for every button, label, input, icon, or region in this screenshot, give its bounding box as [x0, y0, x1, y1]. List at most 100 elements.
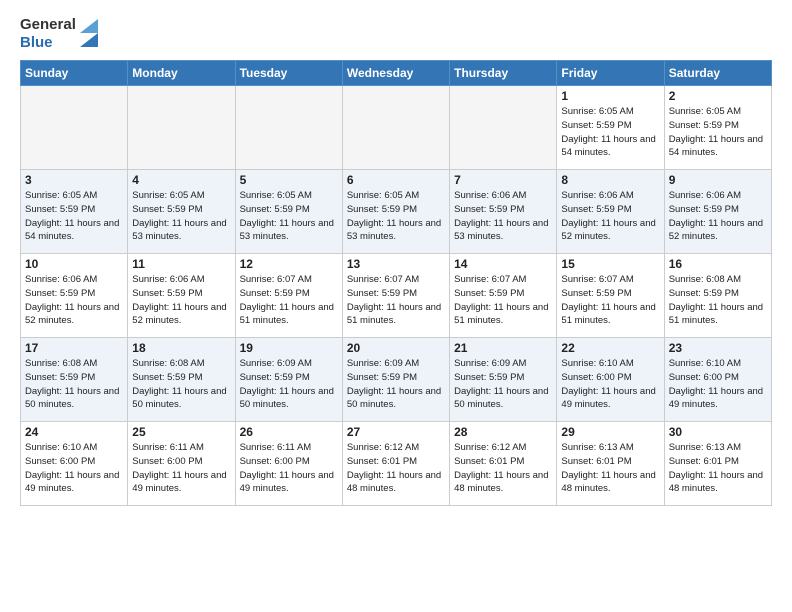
day-number: 26: [240, 425, 338, 439]
day-info: Sunrise: 6:06 AMSunset: 5:59 PMDaylight:…: [454, 189, 552, 244]
calendar-day-cell: [21, 86, 128, 170]
calendar-day-cell: 19Sunrise: 6:09 AMSunset: 5:59 PMDayligh…: [235, 338, 342, 422]
day-info: Sunrise: 6:09 AMSunset: 5:59 PMDaylight:…: [240, 357, 338, 412]
day-info: Sunrise: 6:10 AMSunset: 6:00 PMDaylight:…: [561, 357, 659, 412]
day-info: Sunrise: 6:06 AMSunset: 5:59 PMDaylight:…: [132, 273, 230, 328]
calendar-day-cell: 4Sunrise: 6:05 AMSunset: 5:59 PMDaylight…: [128, 170, 235, 254]
calendar-day-cell: 21 Sunrise: 6:09 AMSunset: 5:59 PMDayligh…: [450, 338, 557, 422]
calendar-day-cell: 16Sunrise: 6:08 AMSunset: 5:59 PMDayligh…: [664, 254, 771, 338]
calendar-day-cell: 2 Sunrise: 6:05 AMSunset: 5:59 PMDaylight…: [664, 86, 771, 170]
day-number: 7: [454, 173, 552, 187]
calendar-day-cell: 7 Sunrise: 6:06 AMSunset: 5:59 PMDaylight…: [450, 170, 557, 254]
day-number: 10: [25, 257, 123, 271]
day-number: 8: [561, 173, 659, 187]
calendar-day-cell: 20 Sunrise: 6:09 AMSunset: 5:59 PMDayligh…: [342, 338, 449, 422]
column-header-wednesday: Wednesday: [342, 61, 449, 86]
calendar-day-cell: 22 Sunrise: 6:10 AMSunset: 6:00 PMDayligh…: [557, 338, 664, 422]
calendar-day-cell: 9 Sunrise: 6:06 AMSunset: 5:59 PMDaylight…: [664, 170, 771, 254]
day-info: Sunrise: 6:07 AMSunset: 5:59 PMDaylight:…: [240, 273, 338, 328]
day-number: 27: [347, 425, 445, 439]
logo: General Blue: [20, 16, 100, 52]
calendar-day-cell: 23 Sunrise: 6:10 AMSunset: 6:00 PMDayligh…: [664, 338, 771, 422]
day-info: Sunrise: 6:07 AMSunset: 5:59 PMDaylight:…: [561, 273, 659, 328]
calendar-week-row: 24 Sunrise: 6:10 AMSunset: 6:00 PMDayligh…: [21, 422, 772, 506]
day-info: Sunrise: 6:08 AMSunset: 5:59 PMDaylight:…: [132, 357, 230, 412]
logo-triangle-icon: [78, 19, 100, 49]
day-number: 11: [132, 257, 230, 271]
day-number: 24: [25, 425, 123, 439]
calendar-day-cell: 28 Sunrise: 6:12 AMSunset: 6:01 PMDayligh…: [450, 422, 557, 506]
day-info: Sunrise: 6:08 AMSunset: 5:59 PMDaylight:…: [25, 357, 123, 412]
calendar-day-cell: 26 Sunrise: 6:11 AMSunset: 6:00 PMDayligh…: [235, 422, 342, 506]
day-info: Sunrise: 6:05 AMSunset: 5:59 PMDaylight:…: [669, 105, 767, 160]
day-info: Sunrise: 6:11 AMSunset: 6:00 PMDaylight:…: [240, 441, 338, 496]
day-info: Sunrise: 6:11 AMSunset: 6:00 PMDaylight:…: [132, 441, 230, 496]
day-info: Sunrise: 6:09 AMSunset: 5:59 PMDaylight:…: [347, 357, 445, 412]
day-info: Sunrise: 6:13 AMSunset: 6:01 PMDaylight:…: [669, 441, 767, 496]
column-header-monday: Monday: [128, 61, 235, 86]
day-info: Sunrise: 6:05 AMSunset: 5:59 PMDaylight:…: [25, 189, 123, 244]
day-info: Sunrise: 6:05 AMSunset: 5:59 PMDaylight:…: [347, 189, 445, 244]
day-number: 29: [561, 425, 659, 439]
day-info: Sunrise: 6:10 AMSunset: 6:00 PMDaylight:…: [25, 441, 123, 496]
calendar-day-cell: [128, 86, 235, 170]
day-number: 3: [25, 173, 123, 187]
day-info: Sunrise: 6:07 AMSunset: 5:59 PMDaylight:…: [454, 273, 552, 328]
day-info: Sunrise: 6:06 AMSunset: 5:59 PMDaylight:…: [561, 189, 659, 244]
day-number: 20: [347, 341, 445, 355]
day-number: 28: [454, 425, 552, 439]
day-number: 23: [669, 341, 767, 355]
day-info: Sunrise: 6:06 AMSunset: 5:59 PMDaylight:…: [25, 273, 123, 328]
calendar-day-cell: 14 Sunrise: 6:07 AMSunset: 5:59 PMDayligh…: [450, 254, 557, 338]
calendar-day-cell: 25 Sunrise: 6:11 AMSunset: 6:00 PMDayligh…: [128, 422, 235, 506]
day-info: Sunrise: 6:05 AMSunset: 5:59 PMDaylight:…: [561, 105, 659, 160]
calendar-week-row: 17 Sunrise: 6:08 AMSunset: 5:59 PMDayligh…: [21, 338, 772, 422]
calendar-day-cell: [342, 86, 449, 170]
column-header-sunday: Sunday: [21, 61, 128, 86]
day-number: 18: [132, 341, 230, 355]
calendar-day-cell: 11 Sunrise: 6:06 AMSunset: 5:59 PMDayligh…: [128, 254, 235, 338]
day-number: 14: [454, 257, 552, 271]
calendar-header-row: SundayMondayTuesdayWednesdayThursdayFrid…: [21, 61, 772, 86]
day-info: Sunrise: 6:07 AMSunset: 5:59 PMDaylight:…: [347, 273, 445, 328]
day-number: 12: [240, 257, 338, 271]
day-info: Sunrise: 6:10 AMSunset: 6:00 PMDaylight:…: [669, 357, 767, 412]
day-info: Sunrise: 6:05 AMSunset: 5:59 PMDaylight:…: [132, 189, 230, 244]
day-info: Sunrise: 6:06 AMSunset: 5:59 PMDaylight:…: [669, 189, 767, 244]
logo-line1: General: [20, 16, 76, 34]
day-info: Sunrise: 6:09 AMSunset: 5:59 PMDaylight:…: [454, 357, 552, 412]
calendar-day-cell: [450, 86, 557, 170]
day-number: 6: [347, 173, 445, 187]
day-number: 22: [561, 341, 659, 355]
calendar-week-row: 3 Sunrise: 6:05 AMSunset: 5:59 PMDaylight…: [21, 170, 772, 254]
day-number: 21: [454, 341, 552, 355]
calendar-week-row: 10 Sunrise: 6:06 AMSunset: 5:59 PMDayligh…: [21, 254, 772, 338]
day-number: 17: [25, 341, 123, 355]
calendar-day-cell: 30 Sunrise: 6:13 AMSunset: 6:01 PMDayligh…: [664, 422, 771, 506]
day-number: 25: [132, 425, 230, 439]
calendar-day-cell: 18 Sunrise: 6:08 AMSunset: 5:59 PMDayligh…: [128, 338, 235, 422]
day-number: 16: [669, 257, 767, 271]
day-info: Sunrise: 6:12 AMSunset: 6:01 PMDaylight:…: [454, 441, 552, 496]
day-number: 2: [669, 89, 767, 103]
column-header-friday: Friday: [557, 61, 664, 86]
calendar-week-row: 1 Sunrise: 6:05 AMSunset: 5:59 PMDaylight…: [21, 86, 772, 170]
calendar-day-cell: 15 Sunrise: 6:07 AMSunset: 5:59 PMDayligh…: [557, 254, 664, 338]
calendar-day-cell: 24 Sunrise: 6:10 AMSunset: 6:00 PMDayligh…: [21, 422, 128, 506]
day-number: 1: [561, 89, 659, 103]
calendar-day-cell: 6 Sunrise: 6:05 AMSunset: 5:59 PMDaylight…: [342, 170, 449, 254]
calendar-day-cell: 3 Sunrise: 6:05 AMSunset: 5:59 PMDaylight…: [21, 170, 128, 254]
calendar-day-cell: [235, 86, 342, 170]
calendar-day-cell: 5Sunrise: 6:05 AMSunset: 5:59 PMDaylight…: [235, 170, 342, 254]
day-number: 30: [669, 425, 767, 439]
day-number: 5: [240, 173, 338, 187]
calendar-day-cell: 10 Sunrise: 6:06 AMSunset: 5:59 PMDayligh…: [21, 254, 128, 338]
header: General Blue: [20, 16, 772, 52]
calendar-day-cell: 12 Sunrise: 6:07 AMSunset: 5:59 PMDayligh…: [235, 254, 342, 338]
column-header-saturday: Saturday: [664, 61, 771, 86]
page: General Blue SundayMondayTuesdayWednesda…: [0, 0, 792, 526]
day-number: 9: [669, 173, 767, 187]
day-number: 15: [561, 257, 659, 271]
logo-line2: Blue: [20, 34, 76, 52]
calendar-day-cell: 8 Sunrise: 6:06 AMSunset: 5:59 PMDaylight…: [557, 170, 664, 254]
